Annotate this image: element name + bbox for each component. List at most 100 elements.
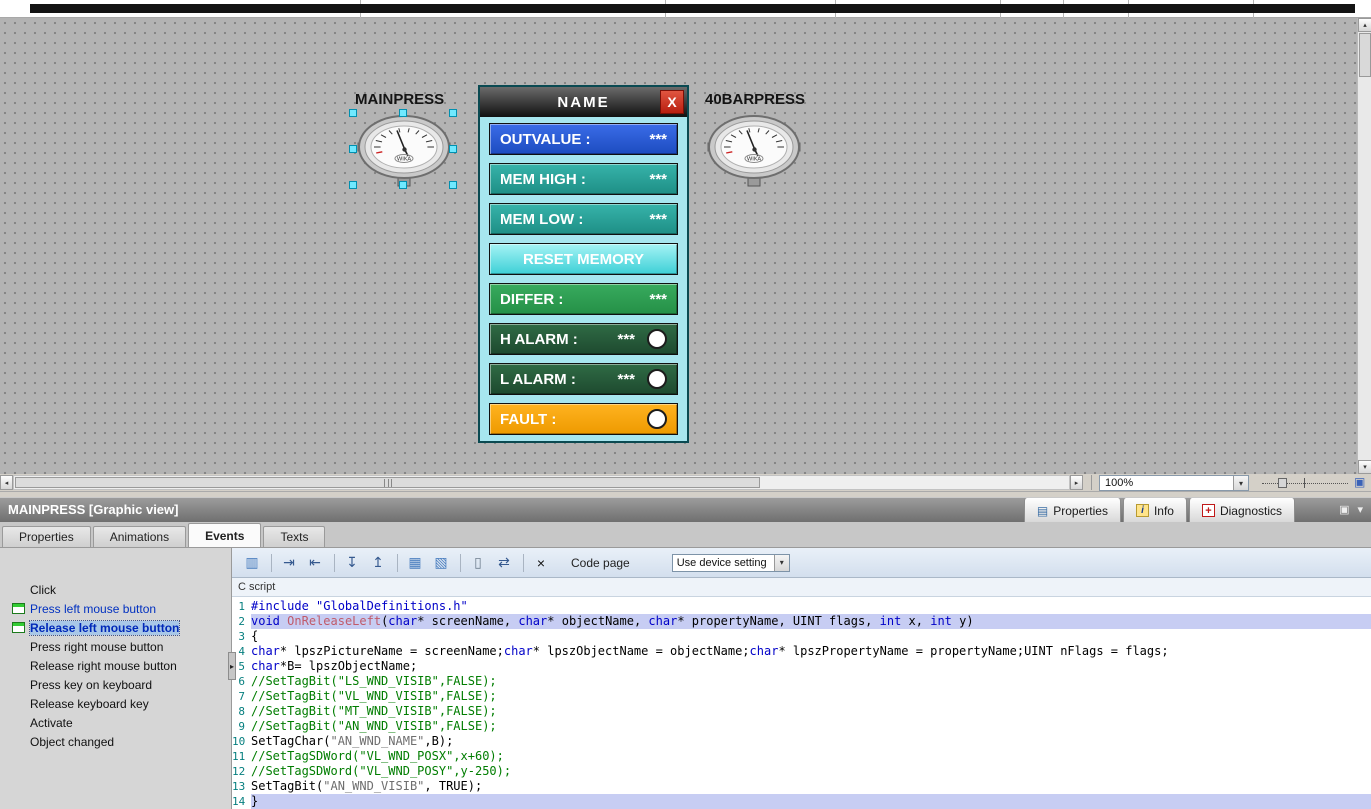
tab-animations[interactable]: Animations (93, 526, 186, 547)
insert-table-icon[interactable]: ▦ (403, 552, 427, 574)
faceplate-row-7[interactable]: FAULT : (489, 403, 678, 435)
move-line-up-icon[interactable]: ↥ (366, 552, 390, 574)
outdent-icon[interactable]: ⇤ (303, 552, 327, 574)
tab-events[interactable]: Events (188, 523, 261, 547)
event-item-label: Press left mouse button (30, 602, 156, 616)
code-line-3[interactable]: 3{ (232, 629, 1371, 644)
event-item-press-left-mouse-button[interactable]: Press left mouse button (0, 599, 231, 618)
scroll-down-icon[interactable]: ▾ (1358, 460, 1371, 474)
selection-handle[interactable] (349, 109, 357, 117)
tab-properties[interactable]: Properties (2, 526, 91, 547)
graphic-canvas[interactable]: MAINPRESS WIKA (0, 18, 1357, 474)
events-panel: Click Press left mouse button Release left… (0, 548, 232, 809)
selection-handle[interactable] (349, 181, 357, 189)
horizontal-scroll-thumb[interactable] (15, 477, 760, 488)
splitter-arrow-icon: ▸ (230, 662, 234, 671)
code-page-value: Use device setting (677, 557, 767, 569)
horizontal-scrollbar[interactable] (13, 475, 1070, 490)
script-editor: ▥⇥⇤↧↥▦▧▯⇄× Code page Use device setting … (232, 548, 1371, 809)
fit-to-window-icon[interactable]: ▣ (1354, 475, 1365, 489)
pane-diagnostics[interactable]: + Diagnostics (1189, 498, 1295, 523)
code-line-4[interactable]: 4char* lpszPictureName = screenName;char… (232, 644, 1371, 659)
code-line-10[interactable]: 10SetTagChar("AN_WND_NAME",B); (232, 734, 1371, 749)
faceplate-row-value: *** (649, 291, 667, 308)
code-line-12[interactable]: 12//SetTagSDWord("VL_WND_POSY",y-250); (232, 764, 1371, 779)
delete-icon[interactable]: × (529, 552, 553, 574)
vertical-scroll-thumb[interactable] (1359, 33, 1371, 77)
toolbar-separator (271, 554, 272, 572)
faceplate-row-value: *** (649, 131, 667, 148)
panel-splitter[interactable]: ▸ (228, 652, 236, 680)
selection-handle[interactable] (399, 109, 407, 117)
code-line-13[interactable]: 13SetTagBit("AN_WND_VISIB", TRUE); (232, 779, 1371, 794)
code-editor[interactable]: 1#include "GlobalDefinitions.h"2void OnR… (232, 597, 1371, 809)
new-script-icon[interactable]: ▯ (466, 552, 490, 574)
code-line-7[interactable]: 7//SetTagBit("VL_WND_VISIB",FALSE); (232, 689, 1371, 704)
device-label-40barpress[interactable]: 40BARPRESS (705, 91, 805, 108)
faceplate-row-label: H ALARM : (500, 331, 578, 348)
faceplate-row-1[interactable]: MEM HIGH :*** (489, 163, 678, 195)
code-line-1[interactable]: 1#include "GlobalDefinitions.h" (232, 599, 1371, 614)
code-line-text: //SetTagBit("VL_WND_VISIB",FALSE); (251, 689, 1371, 704)
event-item-press-right-mouse-button[interactable]: Press right mouse button (0, 637, 231, 656)
collapse-panel-icon[interactable]: ▾ (1357, 503, 1363, 516)
indent-icon[interactable]: ⇥ (277, 552, 301, 574)
selection-handle[interactable] (349, 145, 357, 153)
code-line-14[interactable]: 14} (232, 794, 1371, 809)
slider-handle[interactable] (1278, 478, 1287, 488)
code-line-text: //SetTagBit("LS_WND_VISIB",FALSE); (251, 674, 1371, 689)
faceplate-row-5[interactable]: H ALARM :*** (489, 323, 678, 355)
event-item-click[interactable]: Click (0, 580, 231, 599)
faceplate-row-4[interactable]: DIFFER :*** (489, 283, 678, 315)
event-item-release-keyboard-key[interactable]: Release keyboard key (0, 694, 231, 713)
faceplate-row-3[interactable]: RESET MEMORY (489, 243, 678, 275)
faceplate-row-2[interactable]: MEM LOW :*** (489, 203, 678, 235)
selection-handle[interactable] (449, 145, 457, 153)
event-item-activate[interactable]: Activate (0, 713, 231, 732)
float-panel-icon[interactable]: ▣ (1339, 503, 1349, 516)
faceplate-row-label: L ALARM : (500, 371, 576, 388)
gauge-40barpress[interactable]: WIKA (706, 113, 802, 191)
toolbar-separator (460, 554, 461, 572)
scroll-up-icon[interactable]: ▴ (1358, 18, 1371, 32)
zoom-select[interactable]: 100% ▾ (1099, 475, 1249, 491)
pane-properties[interactable]: ▤ Properties (1024, 498, 1121, 523)
event-item-press-key-on-keyboard[interactable]: Press key on keyboard (0, 675, 231, 694)
device-label-mainpress[interactable]: MAINPRESS (355, 91, 444, 108)
scroll-right-icon[interactable]: ▸ (1070, 475, 1083, 490)
code-line-9[interactable]: 9//SetTagBit("AN_WND_VISIB",FALSE); (232, 719, 1371, 734)
apply-changes-icon[interactable]: ▥ (240, 552, 264, 574)
selection-handle[interactable] (399, 181, 407, 189)
event-item-release-right-mouse-button[interactable]: Release right mouse button (0, 656, 231, 675)
code-line-text: { (251, 629, 1371, 644)
code-line-2[interactable]: 2void OnReleaseLeft(char* screenName, ch… (232, 614, 1371, 629)
faceplate-titlebar[interactable]: NAME X (480, 87, 687, 117)
event-item-release-left-mouse-button[interactable]: Release left mouse button (0, 618, 231, 637)
event-item-object-changed[interactable]: Object changed (0, 732, 231, 751)
move-line-down-icon[interactable]: ↧ (340, 552, 364, 574)
code-line-6[interactable]: 6//SetTagBit("LS_WND_VISIB",FALSE); (232, 674, 1371, 689)
tab-texts[interactable]: Texts (263, 526, 325, 547)
line-number: 1 (232, 599, 251, 614)
code-line-8[interactable]: 8//SetTagBit("MT_WND_VISIB",FALSE); (232, 704, 1371, 719)
chevron-down-icon[interactable]: ▾ (774, 555, 789, 571)
scroll-left-icon[interactable]: ◂ (0, 475, 13, 490)
chevron-down-icon[interactable]: ▾ (1233, 476, 1248, 490)
code-line-11[interactable]: 11//SetTagSDWord("VL_WND_POSX",x+60); (232, 749, 1371, 764)
vertical-scrollbar[interactable]: ▴ ▾ (1357, 18, 1371, 474)
close-button[interactable]: X (660, 90, 684, 114)
faceplate-row-0[interactable]: OUTVALUE :*** (489, 123, 678, 155)
selection-handle[interactable] (449, 109, 457, 117)
zoom-slider[interactable] (1262, 478, 1348, 488)
line-number: 14 (232, 794, 251, 809)
faceplate-window: NAME X OUTVALUE :*** MEM HIGH :*** MEM LOW… (478, 85, 689, 443)
faceplate-row-6[interactable]: L ALARM :*** (489, 363, 678, 395)
pane-info[interactable]: i Info (1123, 498, 1187, 523)
gauge-mainpress[interactable]: WIKA (356, 113, 452, 191)
code-line-5[interactable]: 5char*B= lpszObjectName; (232, 659, 1371, 674)
selection-handle[interactable] (449, 181, 457, 189)
transfer-script-icon[interactable]: ⇄ (492, 552, 516, 574)
code-page-select[interactable]: Use device setting ▾ (672, 554, 790, 572)
edit-table-icon[interactable]: ▧ (429, 552, 453, 574)
line-number: 7 (232, 689, 251, 704)
